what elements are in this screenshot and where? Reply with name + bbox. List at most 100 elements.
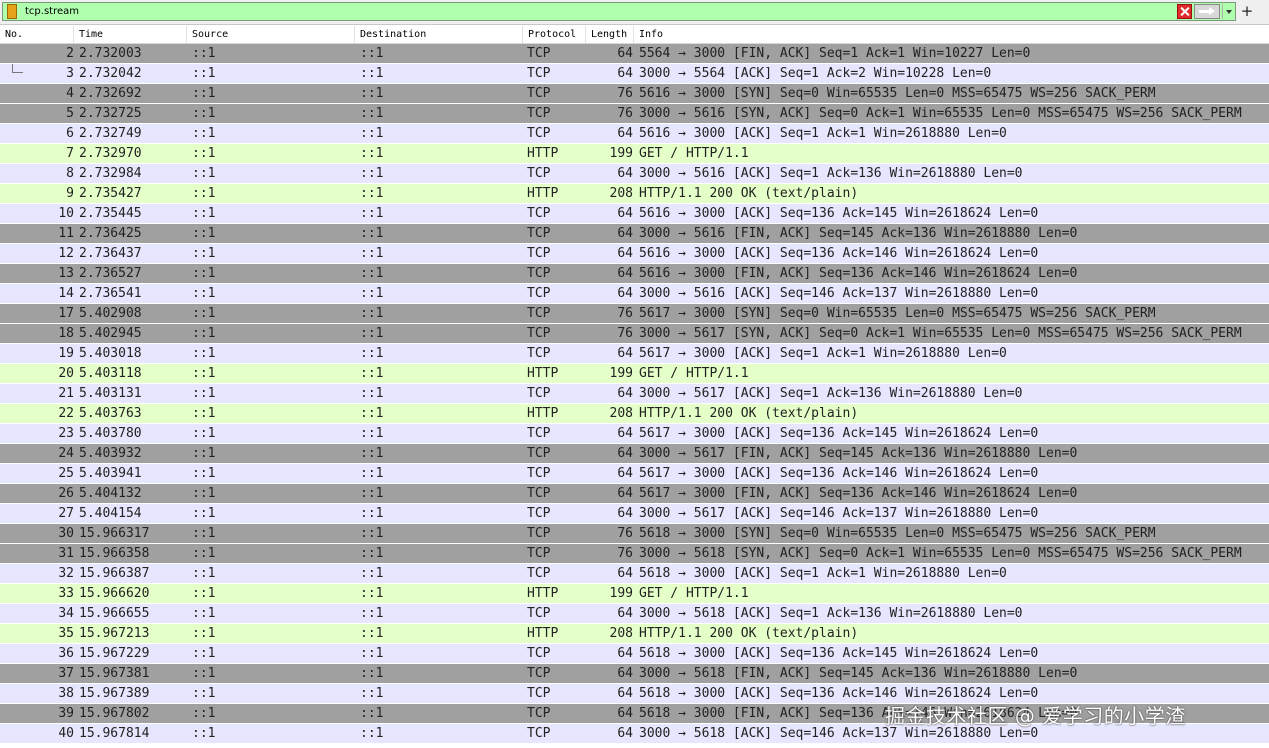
packet-destination: ::1 [360,706,384,721]
table-row[interactable]: 32 15.966387::1::1 TCP 64 5618 → 3000 [ACK] … [0,564,1269,584]
packet-destination: ::1 [360,86,384,101]
table-row[interactable]: 19 5.403018::1::1 TCP 64 5617 → 3000 [ACK] S… [0,344,1269,364]
table-row[interactable]: 10 2.735445::1::1 TCP 64 5616 → 3000 [ACK] S… [0,204,1269,224]
packet-protocol: TCP [527,326,551,341]
packet-info: 3000 → 5616 [ACK] Seq=1 Ack=136 Win=2618… [639,166,1023,181]
packet-info: HTTP/1.1 200 OK (text/plain) [639,186,859,201]
table-row[interactable]: 17 5.402908::1::1 TCP 76 5617 → 3000 [SYN] S… [0,304,1269,324]
packet-number: 20 [58,366,74,381]
clear-filter-icon[interactable] [1177,4,1192,19]
packet-number: 22 [58,406,74,421]
packet-time: 15.966317 [79,526,150,541]
packet-destination: ::1 [360,306,384,321]
table-row[interactable]: 26 5.404132::1::1 TCP 64 5617 → 3000 [FIN, A… [0,484,1269,504]
column-header-no[interactable]: No. [0,26,74,43]
table-row[interactable]: 6 2.732749::1::1 TCP 64 5616 → 3000 [ACK] Se… [0,124,1269,144]
packet-time: 2.736437 [79,246,142,261]
packet-protocol: HTTP [527,186,559,201]
table-row[interactable]: 22 5.403763::1::1 HTTP 208 HTTP/1.1 200 OK (… [0,404,1269,424]
packet-length: 76 [617,86,633,101]
packet-number: 38 [58,686,74,701]
packet-destination: ::1 [360,206,384,221]
table-row[interactable]: 7 2.732970::1::1 HTTP 199 GET / HTTP/1.1 [0,144,1269,164]
packet-info: 3000 → 5616 [ACK] Seq=146 Ack=137 Win=26… [639,286,1039,301]
packet-protocol: TCP [527,466,551,481]
packet-protocol: TCP [527,726,551,741]
packet-protocol: TCP [527,66,551,81]
packet-info: 5617 → 3000 [FIN, ACK] Seq=136 Ack=146 W… [639,486,1078,501]
packet-protocol: TCP [527,86,551,101]
table-row[interactable]: 33 15.966620::1::1 HTTP 199 GET / HTTP/1.1 [0,584,1269,604]
column-header-time[interactable]: Time [74,26,187,43]
column-header-info[interactable]: Info [634,26,1269,43]
table-row[interactable]: 5 2.732725::1::1 TCP 76 3000 → 5616 [SYN, AC… [0,104,1269,124]
packet-length: 64 [617,226,633,241]
packet-time: 2.732003 [79,46,142,61]
table-row[interactable]: 9 2.735427::1::1 HTTP 208 HTTP/1.1 200 OK (t… [0,184,1269,204]
packet-protocol: TCP [527,306,551,321]
chevron-down-icon[interactable] [1222,4,1235,19]
table-row[interactable]: 30 15.966317::1::1 TCP 76 5618 → 3000 [SYN] … [0,524,1269,544]
packet-time: 15.966620 [79,586,150,601]
packet-source: ::1 [192,346,216,361]
table-row[interactable]: 18 5.402945::1::1 TCP 76 3000 → 5617 [SYN, A… [0,324,1269,344]
table-row[interactable]: 31 15.966358::1::1 TCP 76 3000 → 5618 [SYN, … [0,544,1269,564]
table-row[interactable]: 2 2.732003::1::1 TCP 64 5564 → 3000 [FIN, AC… [0,44,1269,64]
packet-destination: ::1 [360,486,384,501]
table-row[interactable]: 25 5.403941::1::1 TCP 64 5617 → 3000 [ACK] S… [0,464,1269,484]
packet-protocol: TCP [527,226,551,241]
column-header-source[interactable]: Source [187,26,355,43]
table-row[interactable]: 3 2.732042::1::1 TCP 64 3000 → 5564 [ACK] Se… [0,64,1269,84]
packet-time: 15.967381 [79,666,150,681]
table-row[interactable]: 34 15.966655::1::1 TCP 64 3000 → 5618 [ACK] … [0,604,1269,624]
table-row[interactable]: 4 2.732692::1::1 TCP 76 5616 → 3000 [SYN] Se… [0,84,1269,104]
table-row[interactable]: 27 5.404154::1::1 TCP 64 3000 → 5617 [ACK] S… [0,504,1269,524]
packet-time: 5.403763 [79,406,142,421]
bookmark-icon[interactable] [7,4,17,19]
table-row[interactable]: 20 5.403118::1::1 HTTP 199 GET / HTTP/1.1 [0,364,1269,384]
packet-destination: ::1 [360,346,384,361]
table-row[interactable]: 8 2.732984::1::1 TCP 64 3000 → 5616 [ACK] Se… [0,164,1269,184]
packet-time: 2.732984 [79,166,142,181]
packet-length: 64 [617,126,633,141]
packet-destination: ::1 [360,526,384,541]
packet-source: ::1 [192,146,216,161]
packet-number: 9 [66,186,74,201]
display-filter-input[interactable]: tcp.stream [2,2,1236,21]
packet-source: ::1 [192,106,216,121]
column-header-protocol[interactable]: Protocol [523,26,586,43]
packet-source: ::1 [192,326,216,341]
packet-number: 13 [58,266,74,281]
table-row[interactable]: 35 15.967213::1::1 HTTP 208 HTTP/1.1 200 OK … [0,624,1269,644]
table-row[interactable]: 37 15.967381::1::1 TCP 64 3000 → 5618 [FIN, … [0,664,1269,684]
table-row[interactable]: 24 5.403932::1::1 TCP 64 3000 → 5617 [FIN, A… [0,444,1269,464]
packet-destination: ::1 [360,246,384,261]
table-row[interactable]: 11 2.736425::1::1 TCP 64 3000 → 5616 [FIN, A… [0,224,1269,244]
packet-source: ::1 [192,666,216,681]
table-row[interactable]: 21 5.403131::1::1 TCP 64 3000 → 5617 [ACK] S… [0,384,1269,404]
table-row[interactable]: 12 2.736437::1::1 TCP 64 5616 → 3000 [ACK] S… [0,244,1269,264]
packet-length: 76 [617,546,633,561]
packet-destination: ::1 [360,646,384,661]
packet-number: 26 [58,486,74,501]
packet-info: 5616 → 3000 [ACK] Seq=136 Ack=146 Win=26… [639,246,1039,261]
packet-info: 3000 → 5618 [FIN, ACK] Seq=145 Ack=136 W… [639,666,1078,681]
packet-number: 36 [58,646,74,661]
table-row[interactable]: 14 2.736541::1::1 TCP 64 3000 → 5616 [ACK] S… [0,284,1269,304]
packet-info: 5618 → 3000 [ACK] Seq=136 Ack=145 Win=26… [639,646,1039,661]
packet-length: 208 [609,406,633,421]
table-row[interactable]: 23 5.403780::1::1 TCP 64 5617 → 3000 [ACK] S… [0,424,1269,444]
packet-time: 2.732749 [79,126,142,141]
plus-icon[interactable]: + [1240,2,1254,21]
packet-length: 64 [617,246,633,261]
packet-destination: ::1 [360,686,384,701]
packet-protocol: TCP [527,246,551,261]
table-row[interactable]: 36 15.967229::1::1 TCP 64 5618 → 3000 [ACK] … [0,644,1269,664]
table-row[interactable]: 13 2.736527::1::1 TCP 64 5616 → 3000 [FIN, A… [0,264,1269,284]
column-header-destination[interactable]: Destination [355,26,523,43]
column-header-length[interactable]: Length [586,26,634,43]
packet-length: 64 [617,46,633,61]
packet-source: ::1 [192,646,216,661]
apply-filter-arrow-icon[interactable] [1194,4,1220,19]
packet-length: 64 [617,566,633,581]
